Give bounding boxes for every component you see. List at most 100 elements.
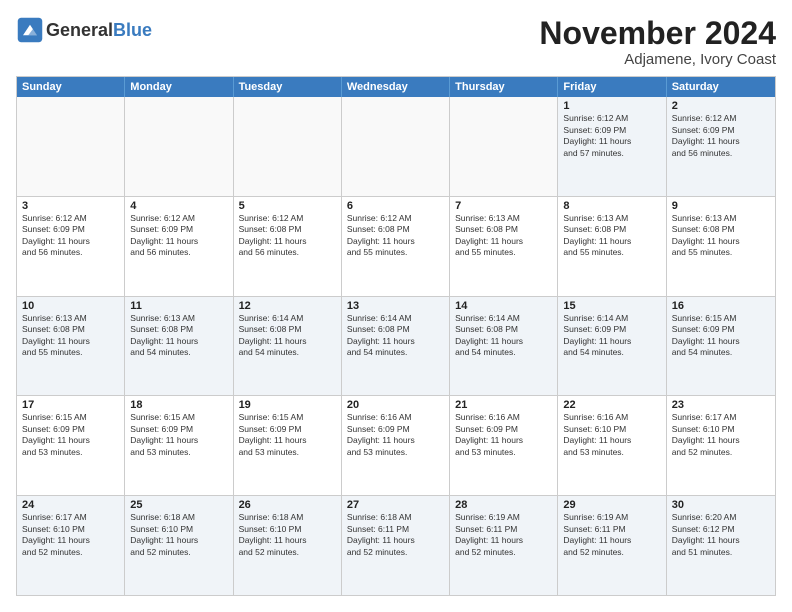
day-info: Sunrise: 6:14 AM Sunset: 6:09 PM Dayligh… xyxy=(563,313,660,359)
calendar-cell: 9Sunrise: 6:13 AM Sunset: 6:08 PM Daylig… xyxy=(667,197,775,296)
calendar-body: 1Sunrise: 6:12 AM Sunset: 6:09 PM Daylig… xyxy=(17,97,775,595)
day-number: 28 xyxy=(455,499,552,511)
calendar-cell: 18Sunrise: 6:15 AM Sunset: 6:09 PM Dayli… xyxy=(125,396,233,495)
weekday-header-thursday: Thursday xyxy=(450,77,558,97)
calendar-cell: 17Sunrise: 6:15 AM Sunset: 6:09 PM Dayli… xyxy=(17,396,125,495)
location-title: Adjamene, Ivory Coast xyxy=(539,51,776,68)
day-number: 21 xyxy=(455,399,552,411)
day-info: Sunrise: 6:12 AM Sunset: 6:08 PM Dayligh… xyxy=(239,213,336,259)
day-number: 12 xyxy=(239,300,336,312)
calendar-cell: 30Sunrise: 6:20 AM Sunset: 6:12 PM Dayli… xyxy=(667,496,775,595)
calendar-cell xyxy=(17,97,125,196)
day-number: 14 xyxy=(455,300,552,312)
day-number: 1 xyxy=(563,100,660,112)
calendar-cell: 7Sunrise: 6:13 AM Sunset: 6:08 PM Daylig… xyxy=(450,197,558,296)
calendar-cell: 2Sunrise: 6:12 AM Sunset: 6:09 PM Daylig… xyxy=(667,97,775,196)
logo: GeneralBlue xyxy=(16,16,152,44)
page-header: GeneralBlue November 2024 Adjamene, Ivor… xyxy=(16,16,776,68)
day-info: Sunrise: 6:14 AM Sunset: 6:08 PM Dayligh… xyxy=(455,313,552,359)
day-number: 4 xyxy=(130,200,227,212)
weekday-header-wednesday: Wednesday xyxy=(342,77,450,97)
weekday-header-monday: Monday xyxy=(125,77,233,97)
calendar-cell: 23Sunrise: 6:17 AM Sunset: 6:10 PM Dayli… xyxy=(667,396,775,495)
day-info: Sunrise: 6:17 AM Sunset: 6:10 PM Dayligh… xyxy=(672,412,770,458)
calendar-cell: 15Sunrise: 6:14 AM Sunset: 6:09 PM Dayli… xyxy=(558,297,666,396)
day-info: Sunrise: 6:12 AM Sunset: 6:09 PM Dayligh… xyxy=(672,113,770,159)
day-number: 18 xyxy=(130,399,227,411)
calendar-cell xyxy=(450,97,558,196)
title-block: November 2024 Adjamene, Ivory Coast xyxy=(539,16,776,68)
calendar-cell: 26Sunrise: 6:18 AM Sunset: 6:10 PM Dayli… xyxy=(234,496,342,595)
day-number: 7 xyxy=(455,200,552,212)
day-info: Sunrise: 6:17 AM Sunset: 6:10 PM Dayligh… xyxy=(22,512,119,558)
calendar-cell: 27Sunrise: 6:18 AM Sunset: 6:11 PM Dayli… xyxy=(342,496,450,595)
day-number: 26 xyxy=(239,499,336,511)
day-number: 23 xyxy=(672,399,770,411)
weekday-header-saturday: Saturday xyxy=(667,77,775,97)
day-number: 20 xyxy=(347,399,444,411)
day-number: 17 xyxy=(22,399,119,411)
day-number: 24 xyxy=(22,499,119,511)
month-title: November 2024 xyxy=(539,16,776,51)
logo-blue: Blue xyxy=(113,20,152,40)
calendar-cell: 22Sunrise: 6:16 AM Sunset: 6:10 PM Dayli… xyxy=(558,396,666,495)
calendar-cell: 13Sunrise: 6:14 AM Sunset: 6:08 PM Dayli… xyxy=(342,297,450,396)
calendar-cell: 19Sunrise: 6:15 AM Sunset: 6:09 PM Dayli… xyxy=(234,396,342,495)
calendar-row-3: 10Sunrise: 6:13 AM Sunset: 6:08 PM Dayli… xyxy=(17,296,775,396)
logo-icon xyxy=(16,16,44,44)
calendar-cell: 11Sunrise: 6:13 AM Sunset: 6:08 PM Dayli… xyxy=(125,297,233,396)
calendar-cell xyxy=(234,97,342,196)
day-info: Sunrise: 6:16 AM Sunset: 6:09 PM Dayligh… xyxy=(455,412,552,458)
day-number: 30 xyxy=(672,499,770,511)
day-info: Sunrise: 6:19 AM Sunset: 6:11 PM Dayligh… xyxy=(455,512,552,558)
calendar-cell: 6Sunrise: 6:12 AM Sunset: 6:08 PM Daylig… xyxy=(342,197,450,296)
day-info: Sunrise: 6:18 AM Sunset: 6:11 PM Dayligh… xyxy=(347,512,444,558)
day-info: Sunrise: 6:14 AM Sunset: 6:08 PM Dayligh… xyxy=(239,313,336,359)
calendar-cell: 25Sunrise: 6:18 AM Sunset: 6:10 PM Dayli… xyxy=(125,496,233,595)
day-info: Sunrise: 6:15 AM Sunset: 6:09 PM Dayligh… xyxy=(239,412,336,458)
calendar-header: SundayMondayTuesdayWednesdayThursdayFrid… xyxy=(17,77,775,97)
day-info: Sunrise: 6:16 AM Sunset: 6:10 PM Dayligh… xyxy=(563,412,660,458)
day-number: 11 xyxy=(130,300,227,312)
calendar-cell xyxy=(342,97,450,196)
day-info: Sunrise: 6:18 AM Sunset: 6:10 PM Dayligh… xyxy=(239,512,336,558)
day-number: 27 xyxy=(347,499,444,511)
day-info: Sunrise: 6:12 AM Sunset: 6:09 PM Dayligh… xyxy=(22,213,119,259)
calendar-cell: 20Sunrise: 6:16 AM Sunset: 6:09 PM Dayli… xyxy=(342,396,450,495)
calendar-cell: 8Sunrise: 6:13 AM Sunset: 6:08 PM Daylig… xyxy=(558,197,666,296)
day-number: 25 xyxy=(130,499,227,511)
day-info: Sunrise: 6:13 AM Sunset: 6:08 PM Dayligh… xyxy=(672,213,770,259)
calendar-cell: 5Sunrise: 6:12 AM Sunset: 6:08 PM Daylig… xyxy=(234,197,342,296)
day-info: Sunrise: 6:13 AM Sunset: 6:08 PM Dayligh… xyxy=(130,313,227,359)
day-number: 8 xyxy=(563,200,660,212)
day-info: Sunrise: 6:19 AM Sunset: 6:11 PM Dayligh… xyxy=(563,512,660,558)
day-info: Sunrise: 6:12 AM Sunset: 6:09 PM Dayligh… xyxy=(563,113,660,159)
calendar-cell: 29Sunrise: 6:19 AM Sunset: 6:11 PM Dayli… xyxy=(558,496,666,595)
calendar-cell: 12Sunrise: 6:14 AM Sunset: 6:08 PM Dayli… xyxy=(234,297,342,396)
day-info: Sunrise: 6:14 AM Sunset: 6:08 PM Dayligh… xyxy=(347,313,444,359)
calendar-row-2: 3Sunrise: 6:12 AM Sunset: 6:09 PM Daylig… xyxy=(17,196,775,296)
day-number: 19 xyxy=(239,399,336,411)
day-number: 10 xyxy=(22,300,119,312)
day-number: 22 xyxy=(563,399,660,411)
calendar-cell: 3Sunrise: 6:12 AM Sunset: 6:09 PM Daylig… xyxy=(17,197,125,296)
calendar-cell xyxy=(125,97,233,196)
day-number: 3 xyxy=(22,200,119,212)
day-info: Sunrise: 6:18 AM Sunset: 6:10 PM Dayligh… xyxy=(130,512,227,558)
calendar-cell: 10Sunrise: 6:13 AM Sunset: 6:08 PM Dayli… xyxy=(17,297,125,396)
weekday-header-friday: Friday xyxy=(558,77,666,97)
day-info: Sunrise: 6:13 AM Sunset: 6:08 PM Dayligh… xyxy=(455,213,552,259)
day-number: 13 xyxy=(347,300,444,312)
day-info: Sunrise: 6:13 AM Sunset: 6:08 PM Dayligh… xyxy=(22,313,119,359)
day-number: 5 xyxy=(239,200,336,212)
weekday-header-tuesday: Tuesday xyxy=(234,77,342,97)
day-info: Sunrise: 6:15 AM Sunset: 6:09 PM Dayligh… xyxy=(22,412,119,458)
calendar-cell: 14Sunrise: 6:14 AM Sunset: 6:08 PM Dayli… xyxy=(450,297,558,396)
day-info: Sunrise: 6:12 AM Sunset: 6:09 PM Dayligh… xyxy=(130,213,227,259)
calendar-cell: 21Sunrise: 6:16 AM Sunset: 6:09 PM Dayli… xyxy=(450,396,558,495)
weekday-header-sunday: Sunday xyxy=(17,77,125,97)
calendar-cell: 4Sunrise: 6:12 AM Sunset: 6:09 PM Daylig… xyxy=(125,197,233,296)
calendar-cell: 28Sunrise: 6:19 AM Sunset: 6:11 PM Dayli… xyxy=(450,496,558,595)
calendar: SundayMondayTuesdayWednesdayThursdayFrid… xyxy=(16,76,776,596)
day-number: 15 xyxy=(563,300,660,312)
